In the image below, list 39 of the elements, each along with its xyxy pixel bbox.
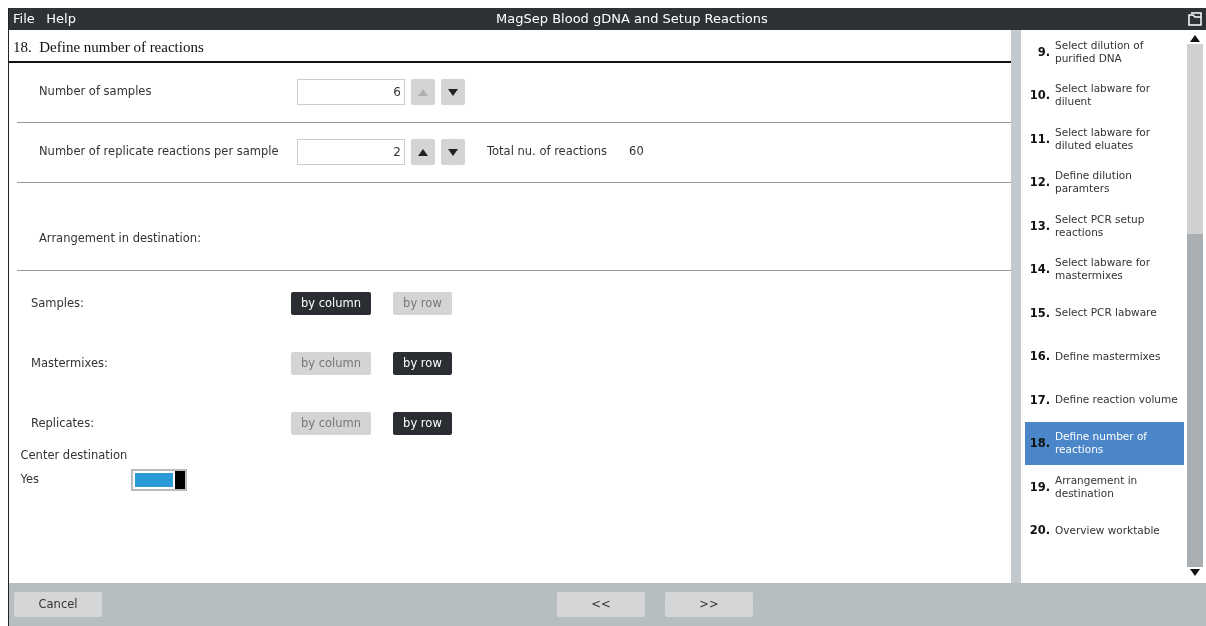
field-label: Number of replicate reactions per sample [39,143,280,161]
row-label: Mastermixes: [31,354,109,372]
back-button[interactable]: << [557,592,645,617]
field-label: Number of samples [39,83,153,101]
scrollbar-thumb[interactable] [1187,44,1203,234]
option-button[interactable]: by row [393,351,452,375]
decrement-button[interactable] [441,79,465,105]
cancel-button[interactable]: Cancel [14,592,102,617]
step-item[interactable]: 15. Select PCR labware [1025,291,1184,335]
toggle-label: Yes [20,471,41,488]
next-button[interactable]: >> [665,592,753,617]
down-arrow-icon [448,148,458,156]
increment-button[interactable] [411,139,435,165]
total-label: Total nu. of reactions [487,143,608,161]
menu-item[interactable]: Help [46,9,76,29]
step-item[interactable]: 20. Overview worktable [1025,508,1184,552]
window-icon [1188,12,1202,26]
scrollbar-track[interactable] [1187,44,1203,567]
option-button[interactable]: by column [291,291,372,315]
total-value: 60 [629,143,644,161]
scroll-down-icon[interactable] [1190,569,1200,577]
field-label: Center destination [20,447,129,465]
down-arrow-icon [448,88,458,96]
row-label: Replicates: [31,414,96,432]
scroll-up-icon[interactable] [1190,34,1200,42]
decrement-button[interactable] [441,139,465,165]
up-arrow-icon [418,148,428,156]
step-heading: 18. Define number of reactions [9,30,1011,63]
up-arrow-icon [418,88,428,96]
number-field[interactable]: 2 [297,139,405,165]
row-label: Samples: [31,294,85,312]
step-item[interactable]: 17. Define reaction volume [1025,378,1184,422]
menu-item[interactable]: File [13,9,35,29]
step-item[interactable]: 16. Define mastermixes [1025,334,1184,378]
section-label: Arrangement in destination: [39,230,201,248]
toggle-switch[interactable] [130,468,187,491]
window-title: MagSep Blood gDNA and Setup Reactions [495,10,769,29]
option-button[interactable]: by row [393,411,452,435]
number-field[interactable]: 6 [297,79,405,105]
